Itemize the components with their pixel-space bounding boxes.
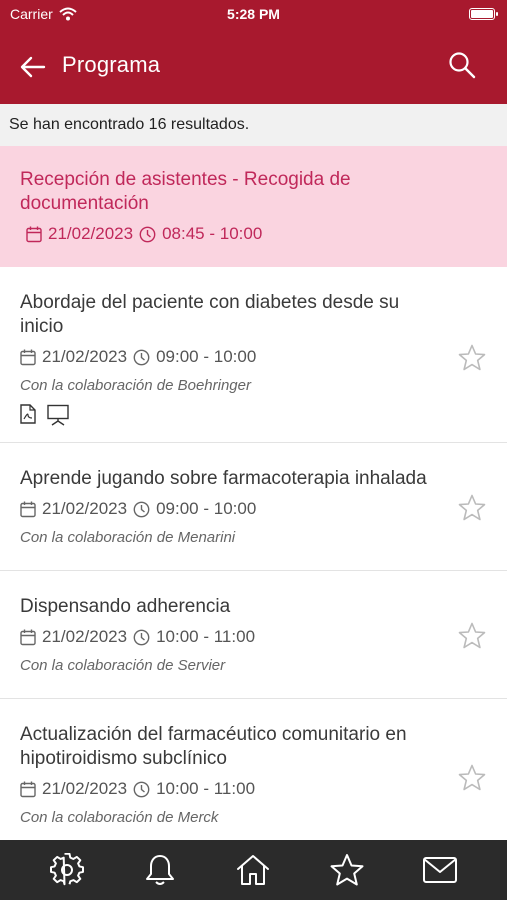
favorite-star-icon[interactable] bbox=[457, 763, 487, 793]
favorite-star-icon[interactable] bbox=[457, 493, 487, 523]
status-time: 5:28 PM bbox=[227, 6, 280, 22]
list-item[interactable]: Abordaje del paciente con diabetes desde… bbox=[0, 267, 507, 443]
page-title: Programa bbox=[62, 52, 161, 77]
item-time: 08:45 - 10:00 bbox=[162, 224, 263, 243]
favorite-star-icon[interactable] bbox=[457, 621, 487, 651]
tab-messages[interactable] bbox=[420, 850, 460, 890]
bottom-tab-bar bbox=[0, 840, 507, 900]
calendar-icon bbox=[20, 781, 36, 797]
list-item[interactable]: Dispensando adherencia 21/02/2023 10:00 … bbox=[0, 571, 507, 699]
item-time: 09:00 - 10:00 bbox=[156, 499, 257, 518]
item-title: Dispensando adherencia bbox=[20, 596, 231, 617]
calendar-icon bbox=[20, 501, 36, 517]
list-item-active[interactable]: Recepción de asistentes - Recogida de do… bbox=[0, 146, 507, 267]
app-bar: Programa bbox=[0, 30, 507, 104]
mail-icon bbox=[423, 857, 458, 883]
item-collaboration: Con la colaboración de Merck bbox=[20, 809, 219, 826]
item-schedule: 21/02/2023 09:00 - 10:00 bbox=[20, 499, 437, 519]
favorite-star-icon[interactable] bbox=[457, 343, 487, 373]
bell-icon bbox=[146, 855, 175, 885]
item-time: 09:00 - 10:00 bbox=[156, 347, 257, 366]
item-collaboration: Con la colaboración de Boehringer bbox=[20, 377, 251, 394]
item-time: 10:00 - 11:00 bbox=[156, 627, 256, 646]
tab-notifications[interactable] bbox=[140, 850, 180, 890]
item-title: Actualización del farmacéutico comunitar… bbox=[20, 724, 407, 769]
tab-home[interactable] bbox=[233, 850, 273, 890]
search-icon[interactable] bbox=[447, 50, 477, 80]
item-collaboration: Con la colaboración de Menarini bbox=[20, 529, 236, 546]
calendar-icon bbox=[20, 349, 36, 365]
clock-icon bbox=[133, 629, 150, 645]
gear-icon bbox=[49, 853, 84, 886]
home-icon bbox=[237, 855, 270, 885]
list-item[interactable]: Aprende jugando sobre farmacoterapia inh… bbox=[0, 443, 507, 571]
item-title: Aprende jugando sobre farmacoterapia inh… bbox=[20, 468, 427, 489]
results-count: Se han encontrado 16 resultados. bbox=[0, 104, 507, 146]
item-date: 21/02/2023 bbox=[48, 224, 134, 243]
clock-icon bbox=[139, 226, 156, 242]
star-icon bbox=[330, 854, 364, 886]
clock-icon bbox=[133, 501, 150, 517]
list-item[interactable]: Actualización del farmacéutico comunitar… bbox=[0, 699, 507, 841]
tab-settings[interactable] bbox=[47, 850, 87, 890]
item-date: 21/02/2023 bbox=[42, 627, 128, 646]
item-schedule: 21/02/2023 09:00 - 10:00 bbox=[20, 347, 437, 367]
back-arrow-icon[interactable] bbox=[18, 52, 48, 82]
calendar-icon bbox=[26, 226, 42, 242]
item-schedule: 21/02/2023 10:00 - 11:00 bbox=[20, 779, 437, 799]
clock-icon bbox=[133, 781, 150, 797]
tab-favorites[interactable] bbox=[327, 850, 367, 890]
item-schedule: 21/02/2023 08:45 - 10:00 bbox=[26, 224, 437, 244]
item-date: 21/02/2023 bbox=[42, 779, 128, 798]
item-time: 10:00 - 11:00 bbox=[156, 779, 256, 798]
item-title: Recepción de asistentes - Recogida de do… bbox=[20, 169, 351, 214]
item-documents bbox=[20, 404, 437, 426]
item-date: 21/02/2023 bbox=[42, 499, 128, 518]
item-title: Abordaje del paciente con diabetes desde… bbox=[20, 292, 400, 337]
presentation-icon[interactable] bbox=[46, 404, 70, 426]
item-schedule: 21/02/2023 10:00 - 11:00 bbox=[20, 627, 437, 647]
item-collaboration: Con la colaboración de Servier bbox=[20, 657, 226, 674]
program-list: Recepción de asistentes - Recogida de do… bbox=[0, 146, 507, 841]
item-date: 21/02/2023 bbox=[42, 347, 128, 366]
status-bar: Carrier 5:28 PM bbox=[0, 0, 507, 30]
battery-icon bbox=[469, 8, 498, 20]
clock-icon bbox=[133, 349, 150, 365]
pdf-icon[interactable] bbox=[20, 404, 36, 424]
calendar-icon bbox=[20, 629, 36, 645]
